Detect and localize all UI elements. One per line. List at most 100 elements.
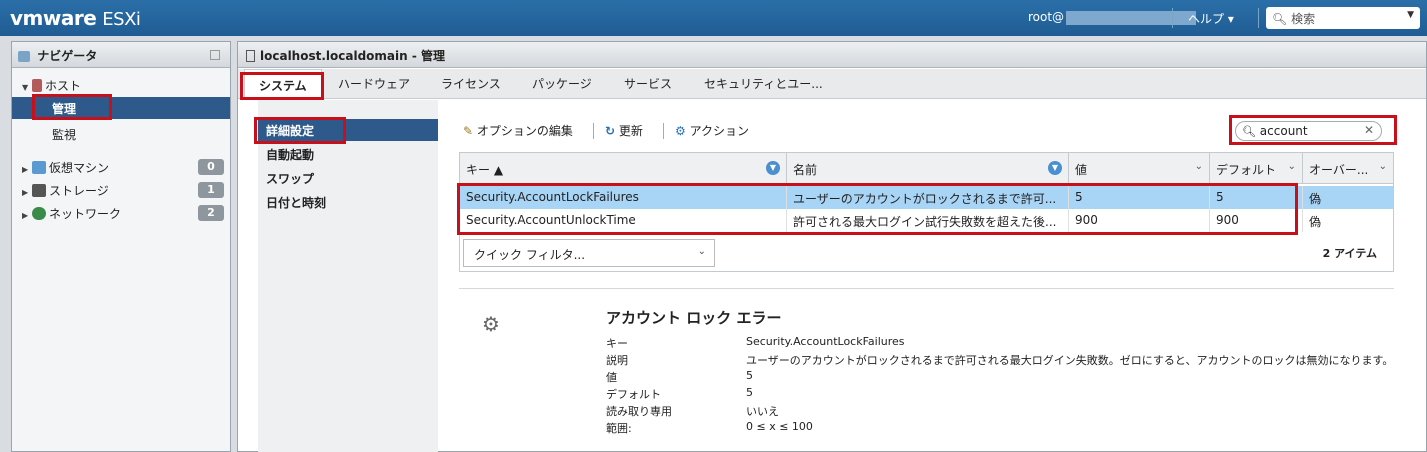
column-key[interactable]: キー ▲ ▼ — [460, 153, 787, 184]
filter-search-input[interactable]: 🔍︎ account ✕ — [1235, 121, 1382, 141]
detail-label-value: 値 — [606, 371, 617, 384]
subnav-date-time[interactable]: 日付と時刻 — [258, 191, 438, 213]
detail-label-description: 説明 — [606, 354, 628, 367]
nav-item-storage[interactable]: ▶ ストレージ 1 — [12, 179, 230, 201]
divider — [663, 123, 664, 139]
search-icon: 🔍︎ — [1272, 12, 1288, 26]
refresh-button[interactable]: ↻ 更新 — [605, 122, 643, 139]
refresh-icon: ↻ — [605, 124, 616, 138]
column-default[interactable]: デフォルト ⌄ — [1210, 153, 1303, 184]
chevron-down-icon: ⌄ — [697, 246, 706, 257]
nav-manage-label: 管理 — [52, 102, 77, 116]
pencil-icon: ✎ — [463, 124, 474, 138]
edit-option-label: オプションの編集 — [476, 124, 573, 138]
tab-packages[interactable]: パッケージ — [532, 75, 592, 92]
chevron-down-icon[interactable]: ⌄ — [1379, 161, 1387, 172]
column-value[interactable]: 値 ⌄ — [1069, 153, 1210, 184]
nav-item-manage[interactable]: 管理 — [12, 97, 230, 119]
nav-network-label: ネットワーク — [49, 207, 122, 221]
expand-right-icon[interactable]: ▶ — [22, 165, 32, 174]
storage-icon — [32, 184, 46, 197]
detail-label-default: デフォルト — [606, 388, 661, 401]
user-name: root@ — [1028, 10, 1065, 24]
cell-default: 900 — [1210, 209, 1303, 232]
column-key-label: キー ▲ — [466, 163, 504, 177]
detail-value-value: 5 — [746, 369, 753, 382]
quick-filter-select[interactable]: クイック フィルタ... ⌄ — [463, 239, 715, 267]
navigator-icon — [18, 51, 30, 62]
help-menu[interactable]: ヘルプ ▾ — [1188, 10, 1234, 27]
divider — [459, 288, 1394, 289]
host-icon — [32, 79, 42, 92]
detail-value-default: 5 — [746, 386, 753, 399]
detail-title: アカウント ロック エラー — [606, 309, 782, 327]
top-bar: vmware ESXi root@ ヘルプ ▾ 🔍︎ 検索 ▼ — [0, 0, 1427, 36]
quick-filter-label: クイック フィルタ... — [474, 248, 586, 262]
expand-right-icon[interactable]: ▶ — [22, 211, 32, 220]
subnav-autostart[interactable]: 自動起動 — [258, 143, 438, 165]
vmware-logo[interactable]: vmware ESXi — [10, 6, 141, 30]
edit-option-button[interactable]: ✎ オプションの編集 — [463, 122, 573, 139]
expand-right-icon[interactable]: ▶ — [22, 188, 32, 197]
column-name[interactable]: 名前 ▼ — [787, 153, 1069, 184]
nav-item-monitor[interactable]: 監視 — [12, 123, 230, 145]
vm-count-badge: 0 — [198, 159, 224, 175]
table-row[interactable]: Security.AccountLockFailures ユーザーのアカウントが… — [460, 186, 1393, 209]
global-search-input[interactable]: 🔍︎ 検索 ▼ — [1266, 7, 1420, 29]
settings-grid: キー ▲ ▼ 名前 ▼ 値 ⌄ デフォルト ⌄ オーバー... ⌄ Securi… — [459, 152, 1394, 272]
grid-header: キー ▲ ▼ 名前 ▼ 値 ⌄ デフォルト ⌄ オーバー... ⌄ — [460, 153, 1393, 184]
clear-icon[interactable]: ✕ — [1364, 123, 1374, 137]
action-button[interactable]: ⚙ アクション — [675, 122, 749, 139]
column-override[interactable]: オーバー... ⌄ — [1303, 153, 1393, 184]
chevron-down-icon[interactable]: ⌄ — [1195, 161, 1203, 172]
user-mask — [1066, 10, 1197, 25]
nav-item-host[interactable]: ▼ ホスト — [12, 74, 230, 96]
chevron-down-icon: ▼ — [1407, 10, 1414, 20]
tab-license[interactable]: ライセンス — [441, 75, 501, 92]
pin-icon[interactable] — [210, 50, 220, 60]
column-name-label: 名前 — [793, 163, 818, 177]
detail-value-range: 0 ≤ x ≤ 100 — [746, 420, 813, 433]
tab-hardware[interactable]: ハードウェア — [338, 75, 410, 92]
column-menu-icon[interactable]: ▼ — [1048, 161, 1062, 175]
expand-down-icon[interactable]: ▼ — [22, 83, 32, 92]
subnav-swap[interactable]: スワップ — [258, 167, 438, 189]
cell-name: ユーザーのアカウントがロックされるまで許可... — [787, 186, 1069, 209]
gear-icon: ⚙ — [675, 124, 686, 138]
filter-value: account — [1259, 124, 1308, 138]
main-header: localhost.localdomain - 管理 — [238, 42, 1426, 68]
user-menu[interactable]: root@ — [1028, 10, 1197, 25]
detail-label-key: キー — [606, 337, 628, 350]
cell-name: 許可される最大ログイン試行失敗数を超えた後... — [787, 209, 1069, 232]
column-override-label: オーバー... — [1309, 163, 1369, 177]
divider — [593, 123, 594, 139]
subnav-advanced-settings[interactable]: 詳細設定 — [258, 119, 438, 141]
cell-override: 偽 — [1309, 215, 1322, 229]
table-row[interactable]: Security.AccountUnlockTime 許可される最大ログイン試行… — [460, 209, 1393, 232]
navigator-header: ナビゲータ — [12, 42, 230, 68]
nav-item-vms[interactable]: ▶ 仮想マシン 0 — [12, 156, 230, 178]
cell-value: 5 — [1069, 186, 1210, 209]
column-value-label: 値 — [1075, 163, 1088, 177]
system-subnav: 詳細設定 自動起動 スワップ 日付と時刻 — [258, 100, 438, 452]
tab-security-users[interactable]: セキュリティとユー... — [704, 75, 823, 92]
chevron-down-icon[interactable]: ⌄ — [1288, 161, 1296, 172]
tab-services[interactable]: サービス — [624, 75, 672, 92]
column-menu-icon[interactable]: ▼ — [766, 161, 780, 175]
page-title: localhost.localdomain - 管理 — [260, 49, 446, 63]
network-icon — [32, 207, 46, 220]
detail-label-range: 範囲: — [606, 422, 632, 435]
network-count-badge: 2 — [198, 205, 224, 221]
divider — [1172, 8, 1173, 28]
host-doc-icon — [246, 50, 255, 62]
detail-value-key: Security.AccountLockFailures — [746, 335, 905, 348]
nav-item-network[interactable]: ▶ ネットワーク 2 — [12, 202, 230, 224]
tab-bar: システム ハードウェア ライセンス パッケージ サービス セキュリティとユー..… — [238, 69, 1426, 100]
tab-system[interactable]: システム — [244, 69, 322, 100]
divider — [1258, 8, 1259, 28]
cell-default: 5 — [1210, 186, 1303, 209]
detail-value-description: ユーザーのアカウントがロックされるまで許可される最大ログイン失敗数。ゼロにすると… — [746, 354, 1394, 367]
detail-label-readonly: 読み取り専用 — [606, 405, 672, 418]
nav-storage-label: ストレージ — [49, 184, 109, 198]
action-label: アクション — [689, 124, 749, 138]
